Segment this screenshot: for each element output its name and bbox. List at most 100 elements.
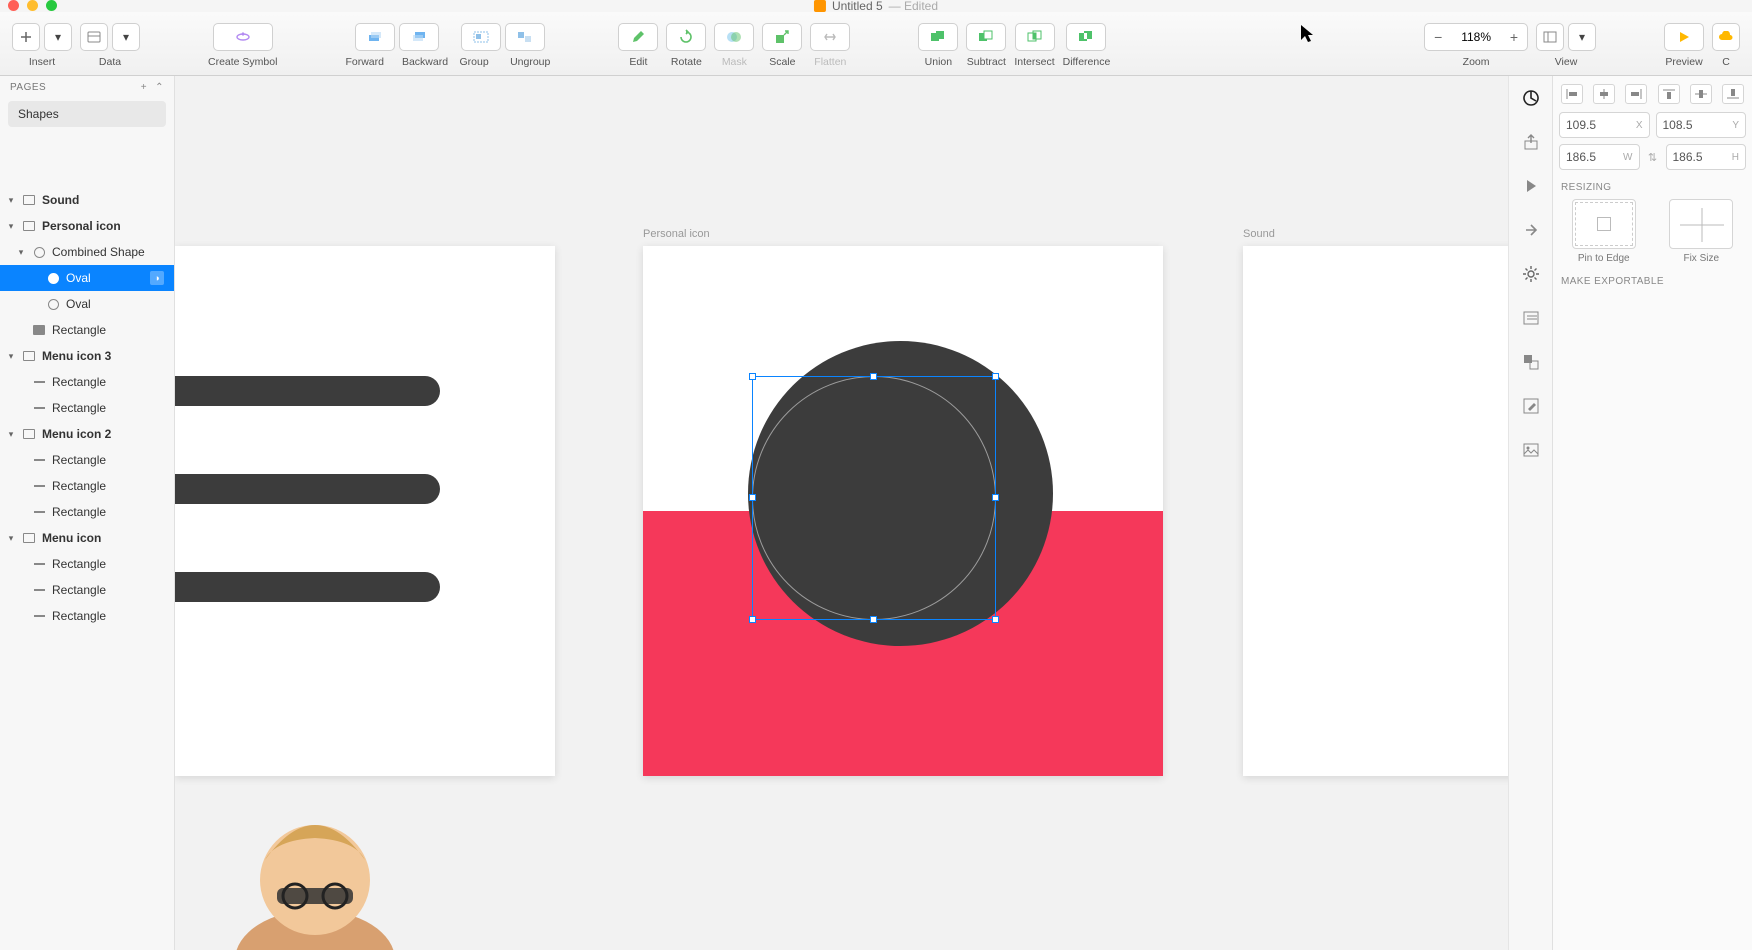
view-button[interactable] <box>1536 23 1564 51</box>
layer-row-sound[interactable]: ▾Sound <box>0 187 174 213</box>
fix-size-control[interactable] <box>1669 199 1733 249</box>
resize-handle[interactable] <box>749 616 756 623</box>
subtract-button[interactable] <box>966 23 1006 51</box>
backward-button[interactable] <box>399 23 439 51</box>
ungroup-button[interactable] <box>505 23 545 51</box>
flatten-button[interactable] <box>810 23 850 51</box>
layer-row-rectangle[interactable]: Rectangle <box>0 603 174 629</box>
play-icon[interactable] <box>1515 170 1547 202</box>
h-input[interactable]: 186.5H <box>1666 144 1747 170</box>
preview-button[interactable] <box>1664 23 1704 51</box>
layer-row-rectangle[interactable]: Rectangle <box>0 369 174 395</box>
zoom-out-button[interactable]: − <box>1425 24 1451 50</box>
layer-row-menu-icon[interactable]: ▾Menu icon <box>0 525 174 551</box>
oval-icon <box>46 297 60 311</box>
create-symbol-button[interactable] <box>213 23 273 51</box>
export-icon[interactable] <box>1515 126 1547 158</box>
disclosure-icon[interactable]: ▾ <box>6 195 16 206</box>
page-item[interactable]: Shapes <box>8 101 166 127</box>
window-zoom-icon[interactable] <box>46 0 57 11</box>
union-button[interactable] <box>918 23 958 51</box>
view-dropdown[interactable]: ▾ <box>1568 23 1596 51</box>
y-input[interactable]: 108.5Y <box>1656 112 1747 138</box>
disclosure-icon[interactable]: ▾ <box>6 351 16 362</box>
align-left-button[interactable] <box>1561 84 1583 104</box>
forward-button[interactable] <box>355 23 395 51</box>
window-minimize-icon[interactable] <box>27 0 38 11</box>
disclosure-icon[interactable]: ▾ <box>6 533 16 544</box>
layer-row-rectangle[interactable]: Rectangle <box>0 395 174 421</box>
edit-button[interactable] <box>618 23 658 51</box>
gear-icon[interactable] <box>1515 258 1547 290</box>
align-vcenter-button[interactable] <box>1690 84 1712 104</box>
layer-row-rectangle[interactable]: Rectangle <box>0 577 174 603</box>
resize-handle[interactable] <box>992 616 999 623</box>
image-icon[interactable] <box>1515 434 1547 466</box>
layer-name: Combined Shape <box>52 245 145 259</box>
layer-row-combined-shape[interactable]: ▾ Combined Shape <box>0 239 174 265</box>
artboard-personal-icon[interactable] <box>643 246 1163 776</box>
artboard-label[interactable]: Personal icon <box>643 228 710 240</box>
artboard-sound[interactable] <box>1243 246 1532 776</box>
insert-dropdown[interactable]: ▾ <box>44 23 72 51</box>
rotate-button[interactable] <box>666 23 706 51</box>
difference-button[interactable] <box>1066 23 1106 51</box>
layer-row-menu-icon-3[interactable]: ▾Menu icon 3 <box>0 343 174 369</box>
w-input[interactable]: 186.5W <box>1559 144 1640 170</box>
inspector-tab-style[interactable] <box>1515 82 1547 114</box>
canvas[interactable]: Personal icon Sound <box>175 76 1532 950</box>
data-dropdown[interactable]: ▾ <box>112 23 140 51</box>
layer-row-rectangle[interactable]: Rectangle <box>0 499 174 525</box>
disclosure-icon[interactable]: ▾ <box>6 221 16 232</box>
edit-shape-icon[interactable] <box>1515 390 1547 422</box>
intersect-button[interactable] <box>1015 23 1055 51</box>
collapse-pages-button[interactable]: ⌃ <box>155 82 164 93</box>
export-header[interactable]: MAKE EXPORTABLE <box>1561 276 1744 287</box>
layer-styles-icon[interactable] <box>1515 346 1547 378</box>
layer-row-rectangle[interactable]: Rectangle <box>0 551 174 577</box>
layer-row-menu-icon-2[interactable]: ▾Menu icon 2 <box>0 421 174 447</box>
data-button[interactable] <box>80 23 108 51</box>
presenter-webcam <box>215 800 415 950</box>
scale-button[interactable] <box>762 23 802 51</box>
add-page-button[interactable]: + <box>141 82 147 93</box>
layer-row-rectangle[interactable]: Rectangle <box>0 473 174 499</box>
mask-button[interactable] <box>714 23 754 51</box>
window-close-icon[interactable] <box>8 0 19 11</box>
resize-handle[interactable] <box>749 373 756 380</box>
layer-row-oval[interactable]: Oval <box>0 291 174 317</box>
layer-row-personal-icon[interactable]: ▾Personal icon <box>0 213 174 239</box>
align-bottom-button[interactable] <box>1722 84 1744 104</box>
layer-row-rectangle[interactable]: Rectangle <box>0 447 174 473</box>
menu-bar-shape[interactable] <box>175 572 440 602</box>
align-right-button[interactable] <box>1625 84 1647 104</box>
group-button[interactable] <box>461 23 501 51</box>
prototype-icon[interactable] <box>1515 214 1547 246</box>
create-symbol-label: Create Symbol <box>208 56 277 68</box>
line-icon <box>32 401 46 415</box>
layer-row-rectangle[interactable]: Rectangle <box>0 317 174 343</box>
resize-handle[interactable] <box>992 373 999 380</box>
text-styles-icon[interactable] <box>1515 302 1547 334</box>
resize-handle[interactable] <box>870 616 877 623</box>
x-input[interactable]: 109.5X <box>1559 112 1650 138</box>
cloud-button[interactable] <box>1712 23 1740 51</box>
zoom-control[interactable]: − 118% + <box>1424 23 1528 51</box>
layer-name: Rectangle <box>52 401 106 415</box>
insert-button[interactable] <box>12 23 40 51</box>
lock-aspect-icon[interactable]: ⇅ <box>1646 151 1660 164</box>
pin-to-edge-control[interactable] <box>1572 199 1636 249</box>
align-hcenter-button[interactable] <box>1593 84 1615 104</box>
layer-row-oval[interactable]: Oval◑ <box>0 265 174 291</box>
resize-handle[interactable] <box>870 373 877 380</box>
resize-handle[interactable] <box>749 494 756 501</box>
menu-bar-shape[interactable] <box>175 376 440 406</box>
align-top-button[interactable] <box>1658 84 1680 104</box>
disclosure-icon[interactable]: ▾ <box>16 247 26 258</box>
disclosure-icon[interactable]: ▾ <box>6 429 16 440</box>
resize-handle[interactable] <box>992 494 999 501</box>
zoom-in-button[interactable]: + <box>1501 24 1527 50</box>
artboard-menu[interactable] <box>175 246 555 776</box>
menu-bar-shape[interactable] <box>175 474 440 504</box>
artboard-label[interactable]: Sound <box>1243 228 1275 240</box>
